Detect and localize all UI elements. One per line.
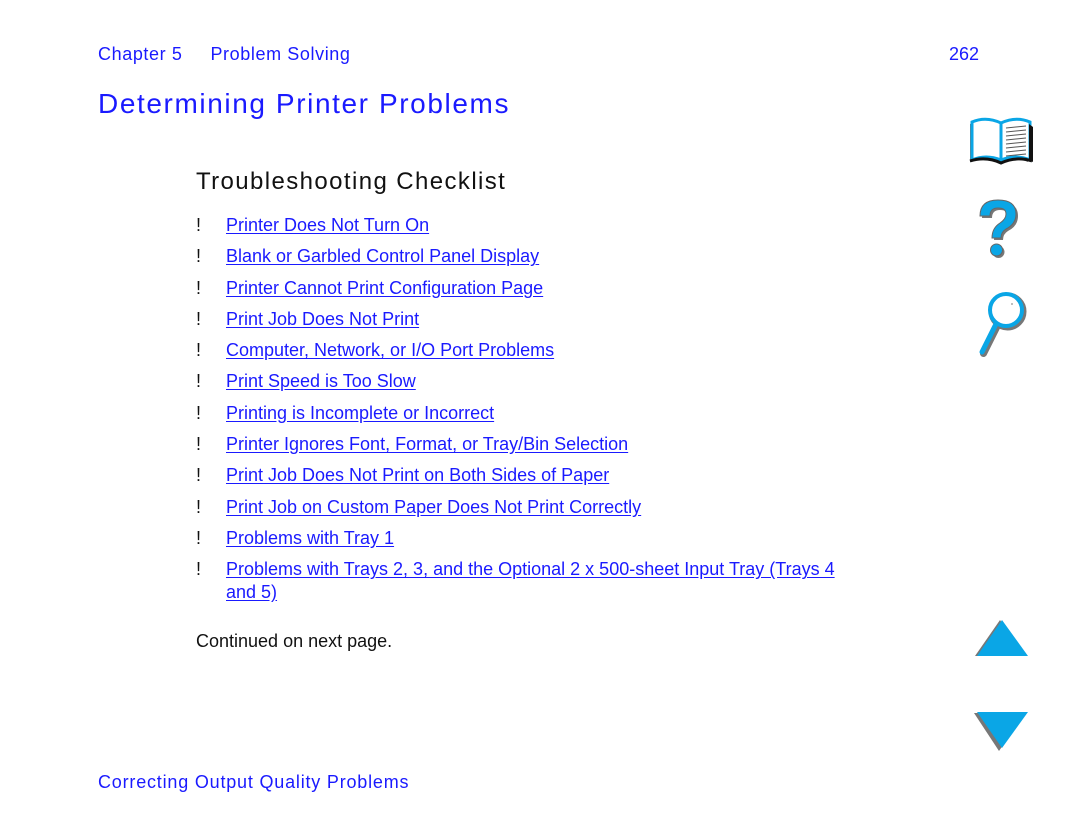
help-icon[interactable] [972, 196, 1028, 266]
checklist-link[interactable]: Printer Cannot Print Configuration Page [226, 278, 543, 298]
search-icon[interactable] [974, 290, 1030, 358]
troubleshooting-checklist: ! Printer Does Not Turn On ! Blank or Garb… [196, 214, 896, 613]
bullet-icon: ! [196, 527, 202, 548]
bullet-icon: ! [196, 559, 202, 580]
bullet-icon: ! [196, 402, 202, 423]
checklist-link[interactable]: Printing is Incomplete or Incorrect [226, 403, 494, 423]
checklist-item: ! Print Job Does Not Print on Both Sides … [196, 464, 896, 487]
book-icon[interactable] [966, 114, 1038, 166]
checklist-link[interactable]: Computer, Network, or I/O Port Problems [226, 340, 554, 360]
checklist-item: ! Problems with Trays 2, 3, and the Optio… [196, 558, 896, 604]
checklist-item: ! Print Job on Custom Paper Does Not Prin… [196, 496, 896, 519]
continued-note: Continued on next page. [196, 631, 393, 651]
page-title: Determining Printer Problems [98, 88, 511, 119]
checklist-link[interactable]: Printer Ignores Font, Format, or Tray/Bi… [226, 434, 628, 454]
checklist-item: ! Problems with Tray 1 [196, 527, 896, 550]
checklist-link[interactable]: Printer Does Not Turn On [226, 215, 429, 235]
bullet-icon: ! [196, 308, 202, 329]
bullet-icon: ! [196, 496, 202, 517]
checklist-item: ! Printer Ignores Font, Format, or Tray/B… [196, 433, 896, 456]
checklist-link[interactable]: Print Job on Custom Paper Does Not Print… [226, 497, 641, 517]
section-title: Troubleshooting Checklist [196, 168, 507, 195]
arrow-up-icon[interactable] [974, 618, 1030, 658]
checklist-link[interactable]: Problems with Tray 1 [226, 528, 394, 548]
bullet-icon: ! [196, 246, 202, 267]
checklist-link[interactable]: Problems with Trays 2, 3, and the Option… [226, 558, 866, 604]
checklist-item: ! Printer Cannot Print Configuration Page [196, 277, 896, 300]
checklist-item: ! Printer Does Not Turn On [196, 214, 896, 237]
bullet-icon: ! [196, 215, 202, 235]
checklist-link[interactable]: Print Job Does Not Print [226, 309, 419, 329]
footer-section-link[interactable]: Correcting Output Quality Problems [98, 772, 409, 793]
arrow-down-icon[interactable] [974, 710, 1030, 752]
chapter-label: Chapter 5 [98, 44, 183, 64]
chapter-header: Chapter 5 Problem Solving [98, 44, 351, 65]
checklist-link[interactable]: Print Job Does Not Print on Both Sides o… [226, 465, 609, 485]
chapter-title: Problem Solving [210, 44, 351, 64]
page-number: 262 [949, 44, 980, 64]
checklist-item: ! Printing is Incomplete or Incorrect [196, 402, 896, 425]
checklist-link[interactable]: Print Speed is Too Slow [226, 371, 416, 391]
checklist-item: ! Blank or Garbled Control Panel Display [196, 245, 896, 268]
bullet-icon: ! [196, 434, 202, 455]
checklist-link[interactable]: Blank or Garbled Control Panel Display [226, 246, 539, 266]
bullet-icon: ! [196, 465, 202, 486]
checklist-item: ! Print Speed is Too Slow [196, 370, 896, 393]
checklist-item: ! Computer, Network, or I/O Port Problems [196, 339, 896, 362]
checklist-item: ! Print Job Does Not Print [196, 308, 896, 331]
bullet-icon: ! [196, 340, 202, 361]
bullet-icon: ! [196, 371, 202, 392]
bullet-icon: ! [196, 277, 202, 298]
